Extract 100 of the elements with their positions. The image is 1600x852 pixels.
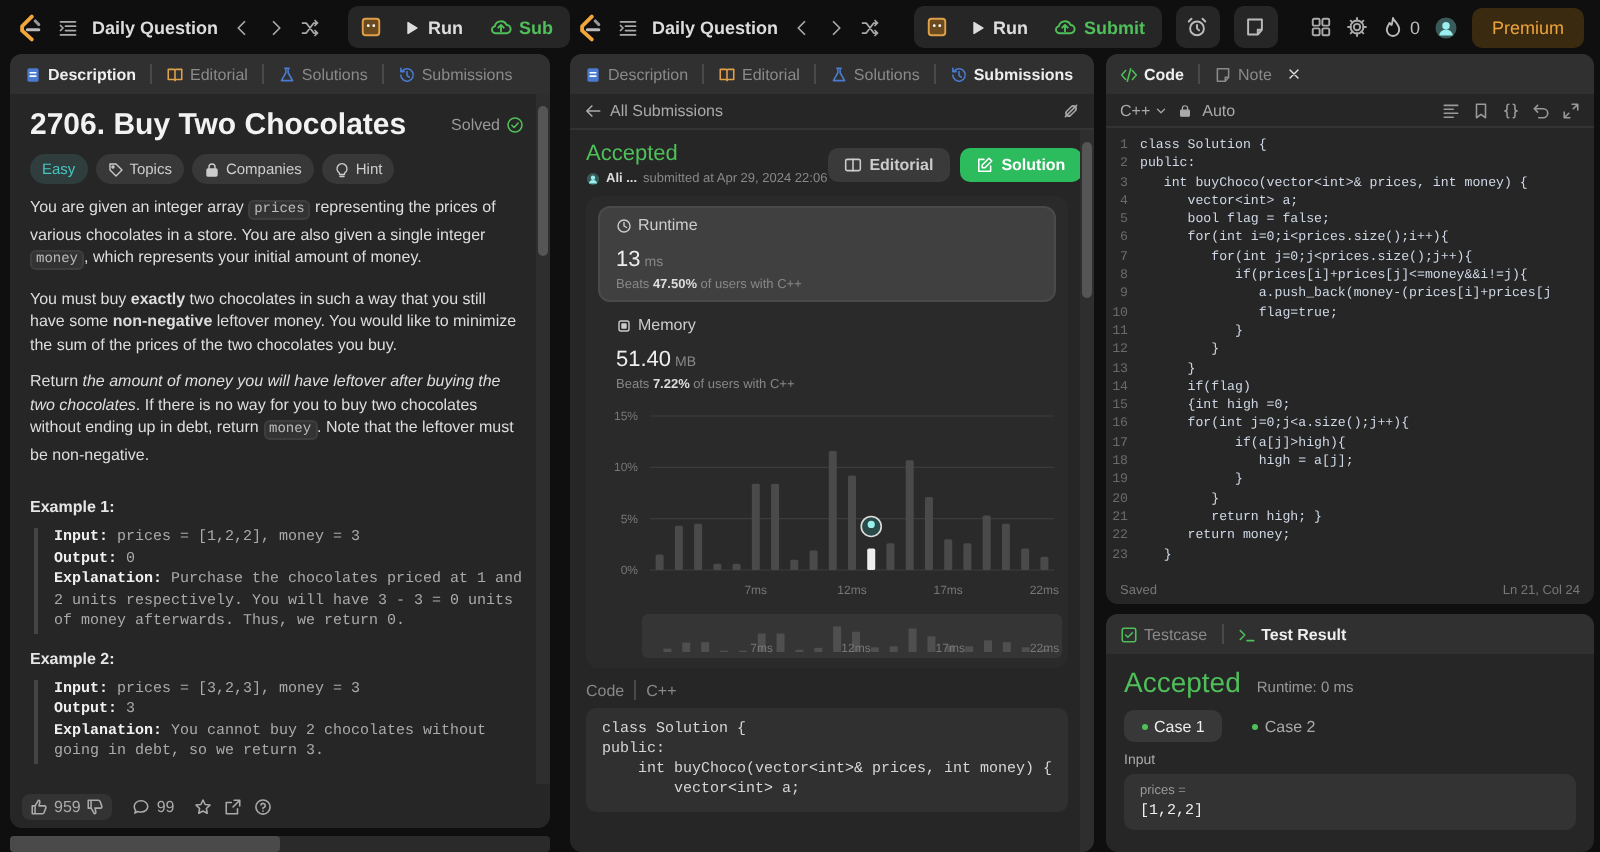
flask-icon xyxy=(829,65,848,83)
book-icon xyxy=(843,155,862,173)
undo-icon[interactable] xyxy=(1532,101,1550,119)
braces-icon[interactable] xyxy=(1502,101,1520,119)
star-icon[interactable] xyxy=(194,797,213,815)
scrollbar[interactable] xyxy=(10,836,280,852)
format-icon[interactable] xyxy=(1442,101,1460,119)
language-label: C++ xyxy=(646,681,677,699)
caret-icon xyxy=(1154,103,1169,117)
book-icon xyxy=(166,65,185,83)
all-submissions-link[interactable]: All Submissions xyxy=(610,102,723,120)
clock-icon xyxy=(616,217,632,233)
settings-icon[interactable] xyxy=(1345,16,1368,38)
list-icon[interactable] xyxy=(58,17,78,37)
expand-icon[interactable] xyxy=(1562,101,1580,119)
share-icon[interactable] xyxy=(224,797,243,815)
logo-icon[interactable] xyxy=(16,13,44,41)
example-heading: Example 1: xyxy=(30,498,117,516)
panel-tab[interactable]: Code xyxy=(1116,54,1188,94)
histogram-bar xyxy=(848,475,856,570)
accepted-status: Accepted xyxy=(586,142,680,166)
premium-button[interactable]: Premium xyxy=(1472,7,1585,47)
language-dropdown[interactable]: C++ xyxy=(1120,101,1169,119)
link-icon[interactable] xyxy=(1062,102,1080,120)
panel-tab[interactable]: Solutions xyxy=(273,54,372,94)
panel-tab[interactable]: Testcase xyxy=(1116,614,1212,654)
histogram-bar xyxy=(694,523,703,570)
scrollbar[interactable] xyxy=(1082,142,1092,299)
panel-tab[interactable]: Test Result xyxy=(1233,614,1351,654)
panel-tab[interactable]: Note xyxy=(1210,54,1276,94)
memory-chip-icon xyxy=(616,317,632,333)
histogram-bar xyxy=(771,483,780,570)
editorial-button[interactable]: Editorial xyxy=(827,147,950,181)
note-icon xyxy=(1214,65,1232,83)
histogram-bar xyxy=(809,550,818,570)
thumbs-down-icon[interactable] xyxy=(86,797,105,815)
highlighted-bar xyxy=(867,548,876,570)
document-icon xyxy=(584,65,602,83)
tag-icon xyxy=(107,161,124,177)
avatar-icon xyxy=(586,172,600,186)
list-icon[interactable] xyxy=(618,17,638,37)
panel-tab[interactable]: Description xyxy=(580,54,693,94)
alarm-clock-icon[interactable] xyxy=(1186,16,1208,38)
histogram-bar xyxy=(944,539,953,570)
histogram-bar xyxy=(982,515,991,570)
grid-icon[interactable] xyxy=(1309,16,1332,38)
case-tab[interactable]: Case 2 xyxy=(1234,710,1334,742)
thumbs-up-icon[interactable] xyxy=(30,797,48,815)
comment-icon[interactable] xyxy=(132,797,151,815)
histogram-bar xyxy=(1021,548,1030,570)
panel-tab[interactable]: Editorial xyxy=(162,54,252,94)
flame-icon[interactable] xyxy=(1381,16,1404,38)
daily-question-link[interactable]: Daily Question xyxy=(92,17,219,37)
description-paragraph: You must buy exactly two chocolates in such a way that you still have some non-negative leftover money. You would like to minimize the sum of the prices of the two chocolates you buy. xyxy=(30,287,519,356)
play-icon xyxy=(969,19,985,35)
cloud-upload-icon xyxy=(489,16,512,38)
terminal-icon xyxy=(1237,625,1256,643)
panel-tab[interactable]: Submissions xyxy=(393,54,517,94)
histogram-bar xyxy=(963,543,972,570)
case-tab[interactable]: Case 1 xyxy=(1124,710,1223,742)
document-icon xyxy=(24,65,42,83)
histogram-bar xyxy=(713,563,722,570)
solved-label: Solved xyxy=(451,116,500,134)
shuffle-icon[interactable] xyxy=(300,17,321,37)
play-icon xyxy=(404,19,421,35)
histogram-bar xyxy=(905,460,914,570)
histogram-bar xyxy=(790,559,799,570)
histogram-bar xyxy=(732,563,741,570)
panel-tab[interactable]: Submissions xyxy=(945,54,1078,94)
histogram-bar xyxy=(1001,523,1010,570)
submit-button[interactable]: Sub xyxy=(477,8,566,46)
shuffle-icon[interactable] xyxy=(860,17,881,37)
histogram-bar xyxy=(751,483,760,570)
panel-tab[interactable]: Solutions xyxy=(825,54,924,94)
logo-icon[interactable] xyxy=(576,13,604,41)
note-icon[interactable] xyxy=(1244,16,1266,38)
lock-icon xyxy=(1178,103,1193,117)
histogram-bar xyxy=(674,525,683,570)
close-icon[interactable] xyxy=(1285,66,1302,82)
pencil-icon xyxy=(975,155,994,173)
run-button[interactable]: Run xyxy=(392,8,476,46)
histogram-bar xyxy=(886,543,895,570)
scrollbar[interactable] xyxy=(538,106,548,256)
histogram-bar xyxy=(828,450,837,570)
book-icon xyxy=(718,65,737,83)
panel-tab[interactable]: Description xyxy=(20,54,141,94)
run-button[interactable]: Run xyxy=(957,8,1040,46)
panel-tab[interactable]: Editorial xyxy=(714,54,804,94)
cloud-upload-icon xyxy=(1054,16,1076,38)
daily-question-link[interactable]: Daily Question xyxy=(652,17,779,37)
comment-count: 99 xyxy=(156,797,175,815)
problem-title: 2706. Buy Two Chocolates xyxy=(30,108,407,142)
bookmark-icon[interactable] xyxy=(1472,101,1490,119)
help-icon[interactable] xyxy=(254,797,273,815)
avatar-icon[interactable] xyxy=(1434,15,1458,39)
history-icon xyxy=(397,65,416,83)
lock-icon xyxy=(203,161,220,177)
back-arrow-icon[interactable] xyxy=(584,102,602,120)
metric-value: 13 xyxy=(616,248,641,272)
submit-button[interactable]: Submit xyxy=(1042,8,1157,46)
